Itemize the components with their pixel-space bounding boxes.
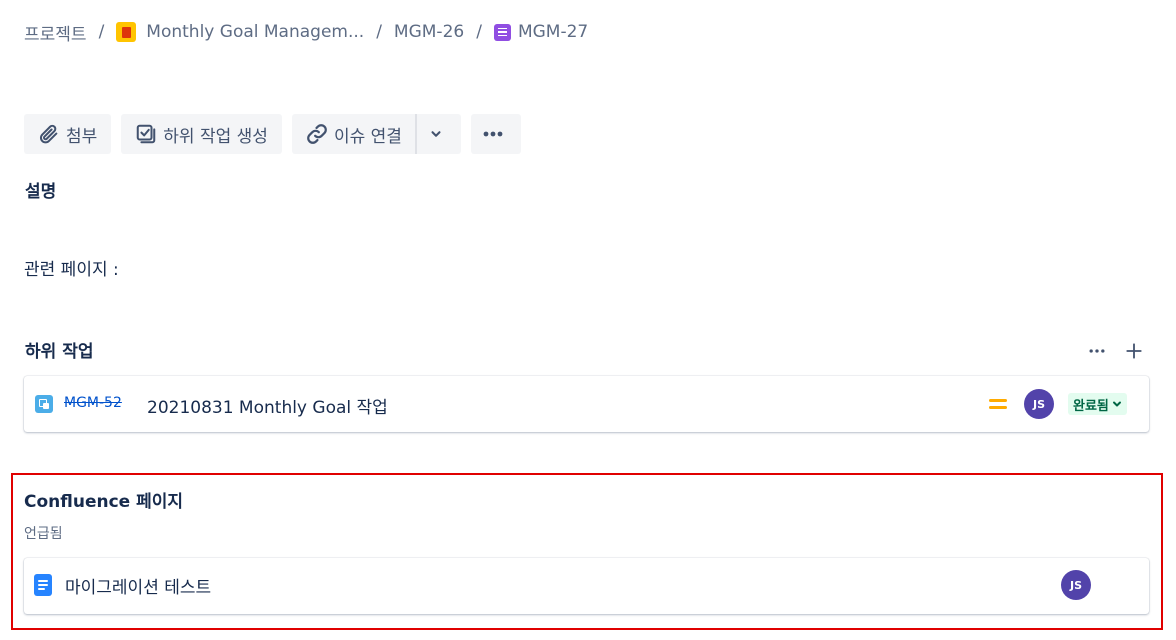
breadcrumb-project-label: Monthly Goal Managem...	[146, 22, 365, 42]
breadcrumb-separator: /	[376, 22, 382, 42]
paperclip-icon	[39, 124, 58, 144]
subtask-checklist-icon	[137, 124, 156, 144]
issue-toolbar: 첨부 하위 작업 생성 이슈 연결	[24, 114, 531, 154]
breadcrumb-projects[interactable]: 프로젝트	[24, 20, 87, 45]
attach-button[interactable]: 첨부	[24, 114, 112, 154]
subtask-row[interactable]: MGM-52 20210831 Monthly Goal 작업 JS 완료됨	[24, 376, 1149, 432]
confluence-heading: Confluence 페이지	[24, 492, 184, 512]
link-issue-dropdown-button[interactable]	[416, 114, 461, 154]
attach-label: 첨부	[66, 126, 98, 147]
create-subtask-button[interactable]: 하위 작업 생성	[121, 114, 282, 154]
create-subtask-label: 하위 작업 생성	[163, 126, 268, 147]
breadcrumb-separator: /	[476, 22, 482, 42]
more-actions-button[interactable]	[470, 114, 521, 154]
author-avatar[interactable]: JS	[1061, 570, 1091, 600]
confluence-page-title[interactable]: 마이그레이션 테스트	[65, 573, 211, 598]
status-dropdown[interactable]: 완료됨	[1068, 393, 1127, 415]
chevron-down-icon	[431, 131, 441, 137]
breadcrumb-parent-issue[interactable]: MGM-26	[394, 22, 464, 42]
story-icon	[493, 23, 511, 41]
more-icon	[1089, 349, 1105, 353]
description-heading: 설명	[25, 182, 57, 202]
breadcrumb-separator: /	[98, 22, 105, 42]
project-flag-icon	[116, 22, 137, 42]
link-issue-button[interactable]: 이슈 연결	[291, 114, 415, 154]
assignee-avatar[interactable]: JS	[1024, 389, 1054, 419]
plus-icon	[1126, 343, 1142, 359]
confluence-subheading: 언급됨	[24, 526, 63, 542]
breadcrumb-current-issue[interactable]: MGM-27	[493, 22, 589, 42]
status-label: 완료됨	[1073, 398, 1109, 414]
more-icon	[483, 131, 503, 137]
link-issue-label: 이슈 연결	[333, 126, 402, 147]
subtasks-heading: 하위 작업	[25, 342, 94, 362]
confluence-page-row[interactable]: 마이그레이션 테스트 JS	[24, 558, 1149, 614]
add-subtask-button[interactable]	[1123, 340, 1145, 362]
subtask-summary[interactable]: 20210831 Monthly Goal 작업	[147, 393, 388, 418]
description-text[interactable]: 관련 페이지 :	[24, 255, 119, 280]
subtasks-more-button[interactable]	[1086, 340, 1108, 362]
breadcrumb-current-label: MGM-27	[517, 22, 589, 42]
breadcrumb: 프로젝트 / Monthly Goal Managem... / MGM-26 …	[24, 18, 588, 46]
breadcrumb-project[interactable]: Monthly Goal Managem...	[116, 22, 364, 42]
chevron-down-icon	[1112, 401, 1121, 407]
link-icon	[307, 124, 327, 144]
subtask-key[interactable]: MGM-52	[64, 395, 122, 411]
page-icon	[34, 574, 52, 596]
subtask-icon	[35, 395, 53, 413]
subtasks-actions	[1086, 340, 1145, 362]
priority-medium-icon	[988, 397, 1008, 411]
